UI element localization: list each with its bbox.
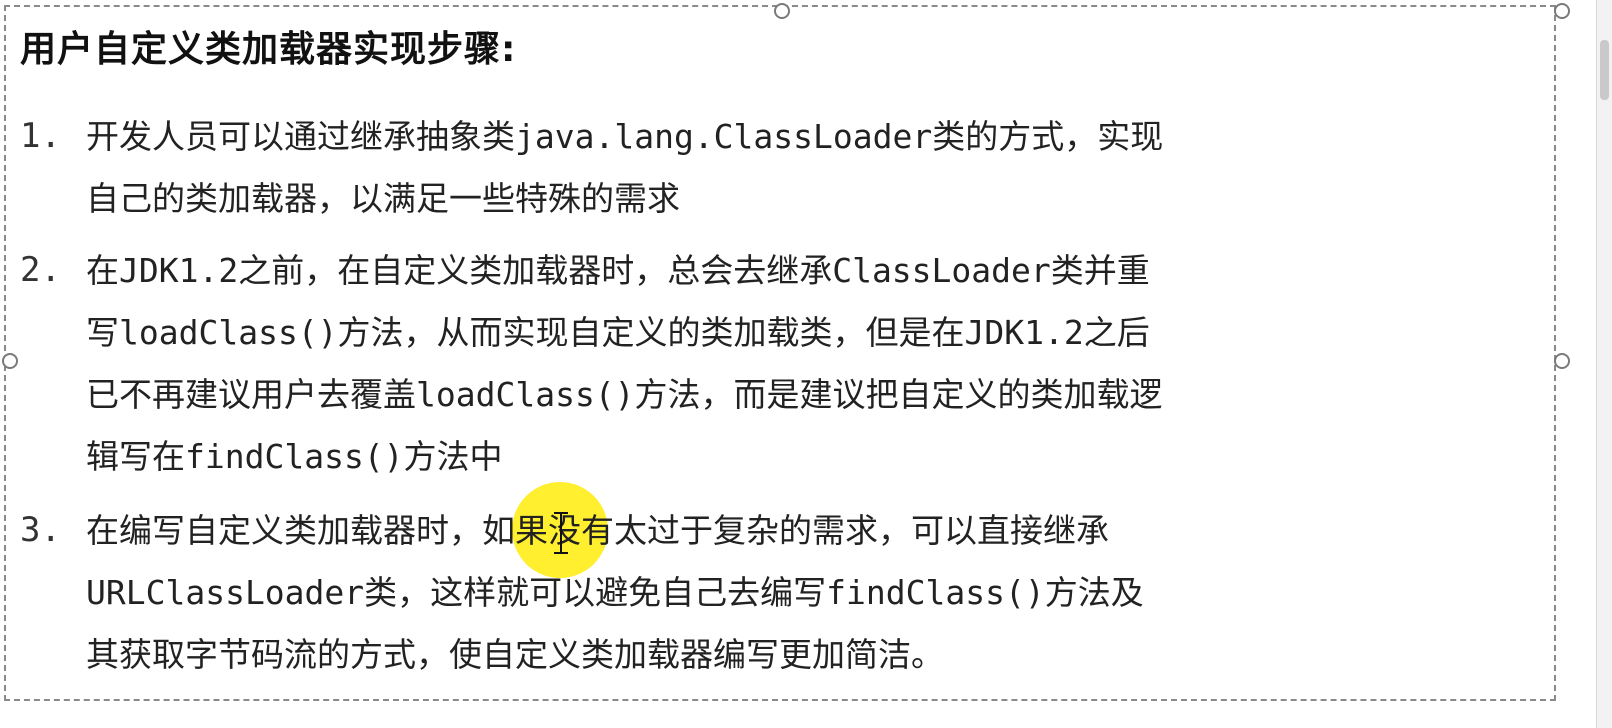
list-item-line: URLClassLoader类，这样就可以避免自己去编写findClass()方… (86, 573, 1144, 612)
list-item-number: 3. (20, 510, 61, 550)
resize-handle-middle-left[interactable] (2, 353, 18, 369)
list-item-text: 在编写自定义类加载器时，如果没有太过于复杂的需求，可以直接继承 URLClass… (86, 500, 1556, 686)
list-item-number: 2. (20, 250, 61, 290)
resize-handle-top-middle[interactable] (774, 3, 790, 19)
resize-handle-middle-right[interactable] (1554, 353, 1570, 369)
list-item-line: 辑写在findClass()方法中 (86, 437, 503, 476)
scrollbar-thumb[interactable] (1600, 40, 1609, 100)
list-item-line: 其获取字节码流的方式，使自定义类加载器编写更加简洁。 (86, 635, 944, 674)
resize-handle-top-right[interactable] (1554, 3, 1570, 19)
list-item-line: 在编写自定义类加载器时，如果没有太过于复杂的需求，可以直接继承 (86, 511, 1109, 550)
list-item-text: 在JDK1.2之前，在自定义类加载器时，总会去继承ClassLoader类并重 … (86, 240, 1556, 488)
slide-canvas: 用户自定义类加载器实现步骤: 1. 开发人员可以通过继承抽象类java.lang… (0, 0, 1612, 728)
list-item-line: 已不再建议用户去覆盖loadClass()方法，而是建议把自定义的类加载逻 (86, 375, 1163, 414)
list-item-number: 1. (20, 116, 61, 156)
slide-title: 用户自定义类加载器实现步骤: (20, 29, 517, 70)
list-item-line: 写loadClass()方法，从而实现自定义的类加载类，但是在JDK1.2之后 (86, 313, 1150, 352)
list-item-line: 开发人员可以通过继承抽象类java.lang.ClassLoader类的方式，实… (86, 117, 1164, 156)
vertical-scrollbar[interactable] (1596, 0, 1612, 728)
i-beam-cursor-icon (554, 512, 568, 554)
list-item-line: 在JDK1.2之前，在自定义类加载器时，总会去继承ClassLoader类并重 (86, 251, 1150, 290)
list-item-text: 开发人员可以通过继承抽象类java.lang.ClassLoader类的方式，实… (86, 106, 1556, 230)
list-item-line: 自己的类加载器，以满足一些特殊的需求 (86, 179, 680, 218)
